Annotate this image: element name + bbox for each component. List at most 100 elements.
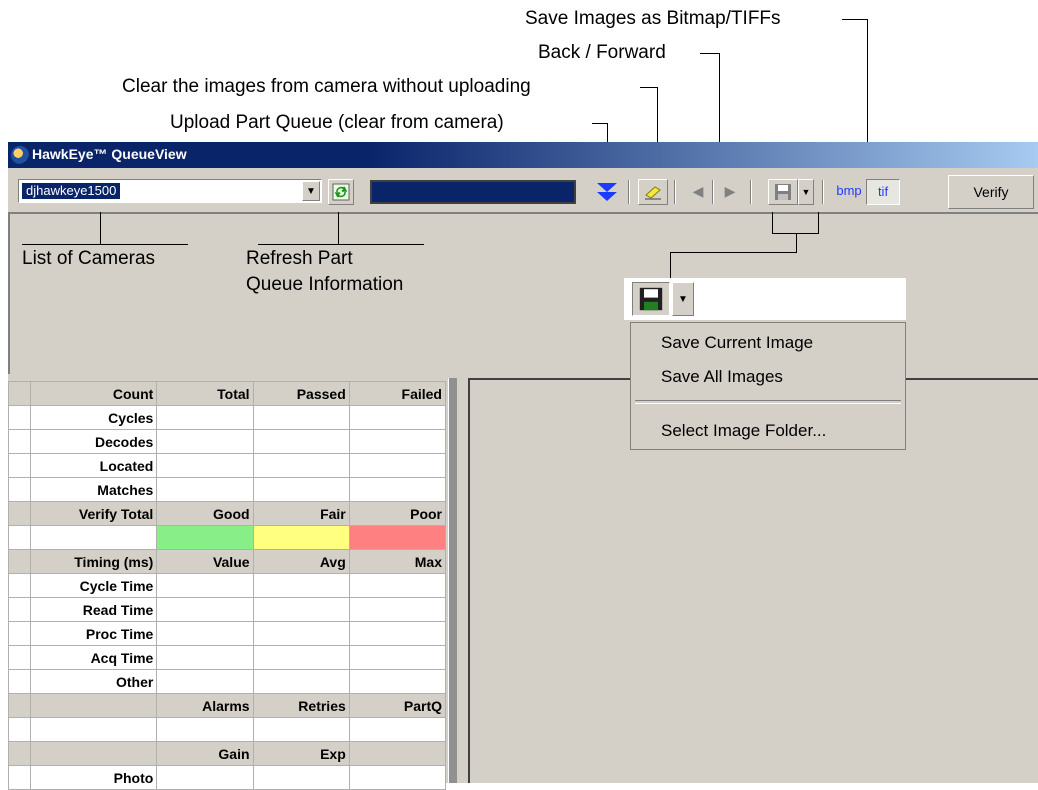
grid-cell [348, 525, 447, 550]
chevron-down-icon: ▼ [678, 294, 688, 305]
leader-line [592, 123, 608, 124]
grid-header-row: Alarms Retries PartQ [7, 693, 447, 718]
toolbar-separator [712, 180, 714, 204]
camera-list-combo[interactable]: djhawkeye1500 ▼ [18, 179, 322, 203]
grid-cell: Verify Total [30, 501, 158, 526]
grid-cell [252, 453, 350, 478]
table-row [7, 717, 447, 742]
row-selector[interactable] [7, 477, 32, 502]
bmp-icon: bmp [836, 183, 862, 198]
grid-cell: Photo [30, 765, 158, 790]
tif-toggle[interactable]: tif [866, 179, 900, 205]
leader-line [258, 244, 424, 245]
save-dropdown-button[interactable]: ▼ [672, 282, 694, 316]
menu-item-save-current[interactable]: Save Current Image [661, 333, 813, 353]
grid-cell [348, 597, 447, 622]
grid-cell: Passed [252, 381, 350, 406]
grid-cell: Other [30, 669, 158, 694]
toolbar-separator [822, 180, 824, 204]
leader-line [100, 212, 101, 245]
grid-cell: Retries [252, 693, 350, 718]
save-dropdown-menu: Save Current Image Save All Images Selec… [630, 322, 906, 450]
grid-cell [348, 669, 447, 694]
back-button[interactable]: ◀ [686, 179, 710, 205]
table-row: Read Time [7, 597, 447, 622]
grid-cell [30, 525, 158, 550]
grid-cell: Timing (ms) [30, 549, 158, 574]
grid-cell: Total [156, 381, 254, 406]
grid-cell [156, 405, 254, 430]
grid-cell: Count [30, 381, 158, 406]
tif-icon: tif [877, 184, 889, 199]
grid-cell [156, 597, 254, 622]
clear-images-button[interactable] [638, 179, 668, 205]
grid-header-row: Count Total Passed Failed [7, 381, 447, 406]
row-selector[interactable] [7, 405, 32, 430]
menu-item-save-all[interactable]: Save All Images [661, 367, 783, 387]
grid-cell: Avg [252, 549, 350, 574]
row-selector[interactable] [7, 597, 32, 622]
callout-list-of-cameras: List of Cameras [22, 248, 156, 269]
grid-cell [156, 453, 254, 478]
callout-refresh-line2: Queue Information [246, 274, 404, 295]
refresh-button[interactable] [328, 179, 354, 205]
row-selector[interactable] [7, 525, 32, 550]
verify-button[interactable]: Verify [948, 175, 1034, 209]
leader-line [867, 19, 868, 153]
grid-cell: Acq Time [30, 645, 158, 670]
row-selector[interactable] [7, 741, 32, 766]
camera-combo-value: djhawkeye1500 [22, 183, 121, 199]
toolbar-separator [674, 180, 676, 204]
row-selector[interactable] [7, 669, 32, 694]
leader-line [796, 233, 797, 253]
bmp-toggle[interactable]: bmp [832, 179, 866, 205]
title-bar[interactable]: HawkEye™ QueueView [8, 142, 1038, 168]
row-selector[interactable] [7, 453, 32, 478]
upload-queue-button[interactable] [592, 179, 622, 205]
save-icon [775, 184, 791, 200]
table-row: Photo [7, 765, 447, 790]
grid-cell [252, 645, 350, 670]
refresh-icon [332, 183, 350, 201]
grid-cell [348, 429, 447, 454]
grid-cell [252, 765, 350, 790]
grid-cell [252, 597, 350, 622]
grid-cell [348, 765, 447, 790]
grid-cell [156, 573, 254, 598]
row-selector[interactable] [7, 549, 32, 574]
grid-cell: Matches [30, 477, 158, 502]
grid-cell [252, 573, 350, 598]
leader-line [700, 53, 720, 54]
grid-cell: Cycle Time [30, 573, 158, 598]
grid-cell [156, 717, 254, 742]
save-button[interactable] [768, 179, 798, 205]
grid-cell [156, 477, 254, 502]
save-button-pressed[interactable] [632, 282, 670, 316]
row-selector[interactable] [7, 693, 32, 718]
row-selector[interactable] [7, 645, 32, 670]
row-selector[interactable] [7, 501, 32, 526]
row-selector[interactable] [7, 429, 32, 454]
row-selector[interactable] [7, 621, 32, 646]
forward-button[interactable]: ▶ [718, 179, 742, 205]
grid-cell [252, 477, 350, 502]
chevron-down-icon[interactable]: ▼ [302, 181, 320, 201]
leader-line [842, 19, 868, 20]
table-row: Acq Time [7, 645, 447, 670]
menu-item-select-folder[interactable]: Select Image Folder... [661, 421, 826, 441]
save-dropdown-button[interactable]: ▼ [798, 179, 814, 205]
pane-splitter[interactable] [448, 378, 457, 783]
row-selector[interactable] [7, 717, 32, 742]
grid-cell: Located [30, 453, 158, 478]
grid-cell [30, 741, 158, 766]
window-title: HawkEye™ QueueView [32, 146, 187, 162]
row-selector[interactable] [7, 765, 32, 790]
leader-line [670, 252, 671, 280]
grid-cell: Max [348, 549, 447, 574]
grid-cell [252, 525, 350, 550]
grid-cell: Alarms [156, 693, 254, 718]
row-selector[interactable] [7, 381, 32, 406]
leader-line [338, 212, 339, 245]
callout-save-bitmap-tiff: Save Images as Bitmap/TIFFs [525, 8, 781, 29]
row-selector[interactable] [7, 573, 32, 598]
